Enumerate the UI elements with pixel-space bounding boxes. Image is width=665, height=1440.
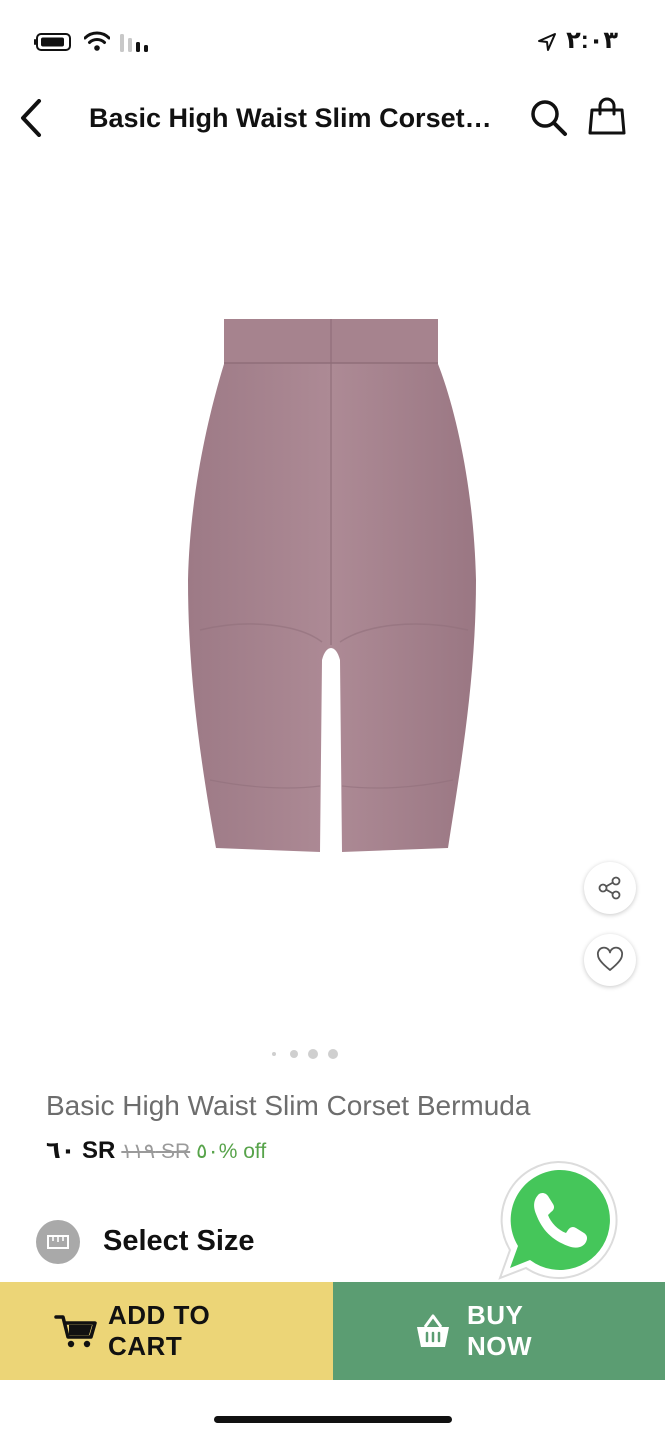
shopping-bag-button[interactable] (586, 96, 628, 138)
old-price: ١١٩ SR (121, 1140, 191, 1163)
product-image[interactable] (160, 300, 500, 870)
status-bar: ٢:٠٣ (0, 0, 665, 84)
heart-icon (597, 946, 623, 971)
size-chart-icon (36, 1220, 80, 1264)
whatsapp-button[interactable] (496, 1158, 620, 1282)
search-button[interactable] (528, 97, 570, 139)
share-button[interactable] (584, 862, 636, 914)
basket-icon (417, 1314, 449, 1347)
buy-now-label: BUY NOW (467, 1300, 533, 1361)
image-pager (270, 1048, 350, 1060)
price: ٦٠ SR (46, 1137, 116, 1164)
signal-icon (120, 34, 148, 52)
pager-dot[interactable] (272, 1052, 276, 1056)
wifi-icon (84, 31, 110, 51)
status-time: ٢:٠٣ (566, 27, 618, 54)
search-icon (531, 100, 567, 136)
battery-icon (34, 33, 71, 51)
pager-dot[interactable] (290, 1050, 298, 1058)
chevron-left-icon (21, 99, 41, 137)
wishlist-button[interactable] (584, 934, 636, 986)
product-name: Basic High Waist Slim Corset Bermuda (46, 1090, 531, 1121)
back-button[interactable] (10, 96, 50, 140)
pager-dot-active[interactable] (328, 1049, 338, 1059)
whatsapp-icon (498, 1160, 618, 1280)
ruler-icon (47, 1235, 69, 1249)
select-size-button[interactable]: Select Size (103, 1222, 403, 1260)
price-row: ٦٠ SR ١١٩ SR ٥٠% off (46, 1136, 446, 1172)
add-to-cart-button[interactable]: ADD TO CART (0, 1282, 333, 1380)
share-icon (598, 876, 621, 900)
shopping-bag-icon (588, 97, 626, 135)
add-to-cart-label: ADD TO CART (108, 1300, 211, 1361)
buy-now-button[interactable]: BUY NOW (333, 1282, 665, 1380)
discount-label: ٥٠% off (196, 1140, 267, 1163)
cart-icon (54, 1315, 97, 1348)
pager-dot[interactable] (308, 1049, 318, 1059)
home-indicator[interactable] (214, 1416, 452, 1423)
page-title: Basic High Waist Slim Corset Bermuda (89, 103, 499, 133)
